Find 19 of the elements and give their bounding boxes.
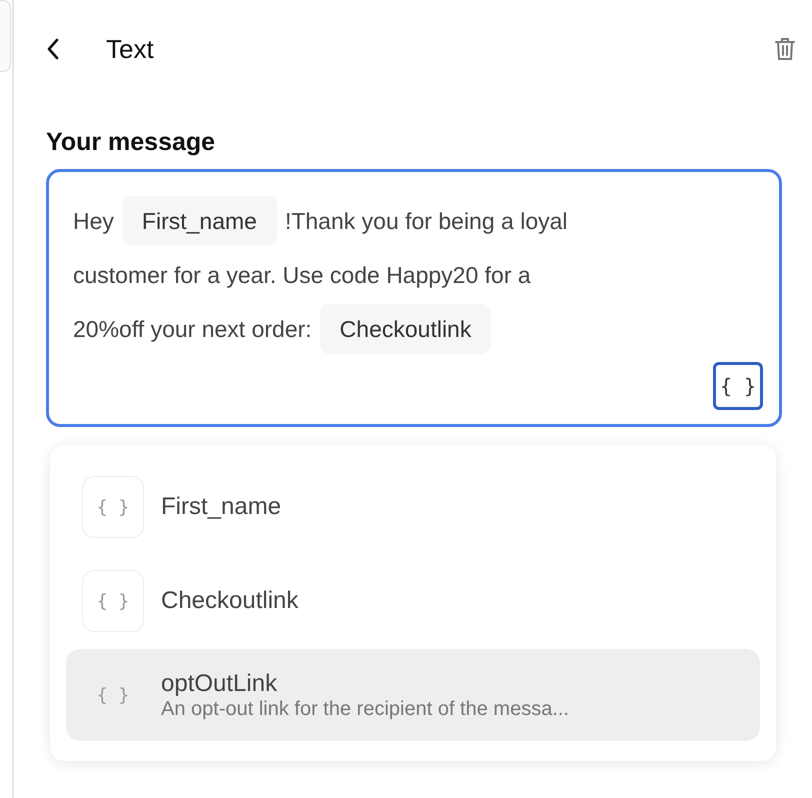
trash-icon[interactable] [774,37,796,61]
variable-name: optOutLink [161,670,278,698]
message-text: Hey [73,208,114,234]
insert-variable-button[interactable]: { } [713,362,763,410]
variable-name: Checkoutlink [161,587,298,615]
back-icon[interactable] [46,38,60,60]
message-field[interactable]: Hey First_name !Thank you for being a loyal customer for a year. Use code Happy20 for a 20%off your next order: Checkoutlink { } [46,169,782,427]
variable-icon: { } [82,476,144,538]
variable-description: An opt-out link for the recipient of the messa... [161,698,569,720]
variable-chip[interactable]: First_name [122,196,277,246]
message-text: 20%off your next order: [73,316,312,342]
message-text: customer for a year. Use code Happy20 for a [73,262,531,288]
field-label: Your message [46,128,216,157]
variable-name: First_name [161,493,282,521]
variable-chip[interactable]: Checkoutlink [320,304,492,354]
variable-icon: { } [82,570,144,632]
panel-title: Text [106,34,155,64]
message-text: !Thank you for being a loyal [284,208,568,234]
menu-item[interactable]: { } optOutLink An opt-out link for the recipient of the messa... [66,649,760,741]
